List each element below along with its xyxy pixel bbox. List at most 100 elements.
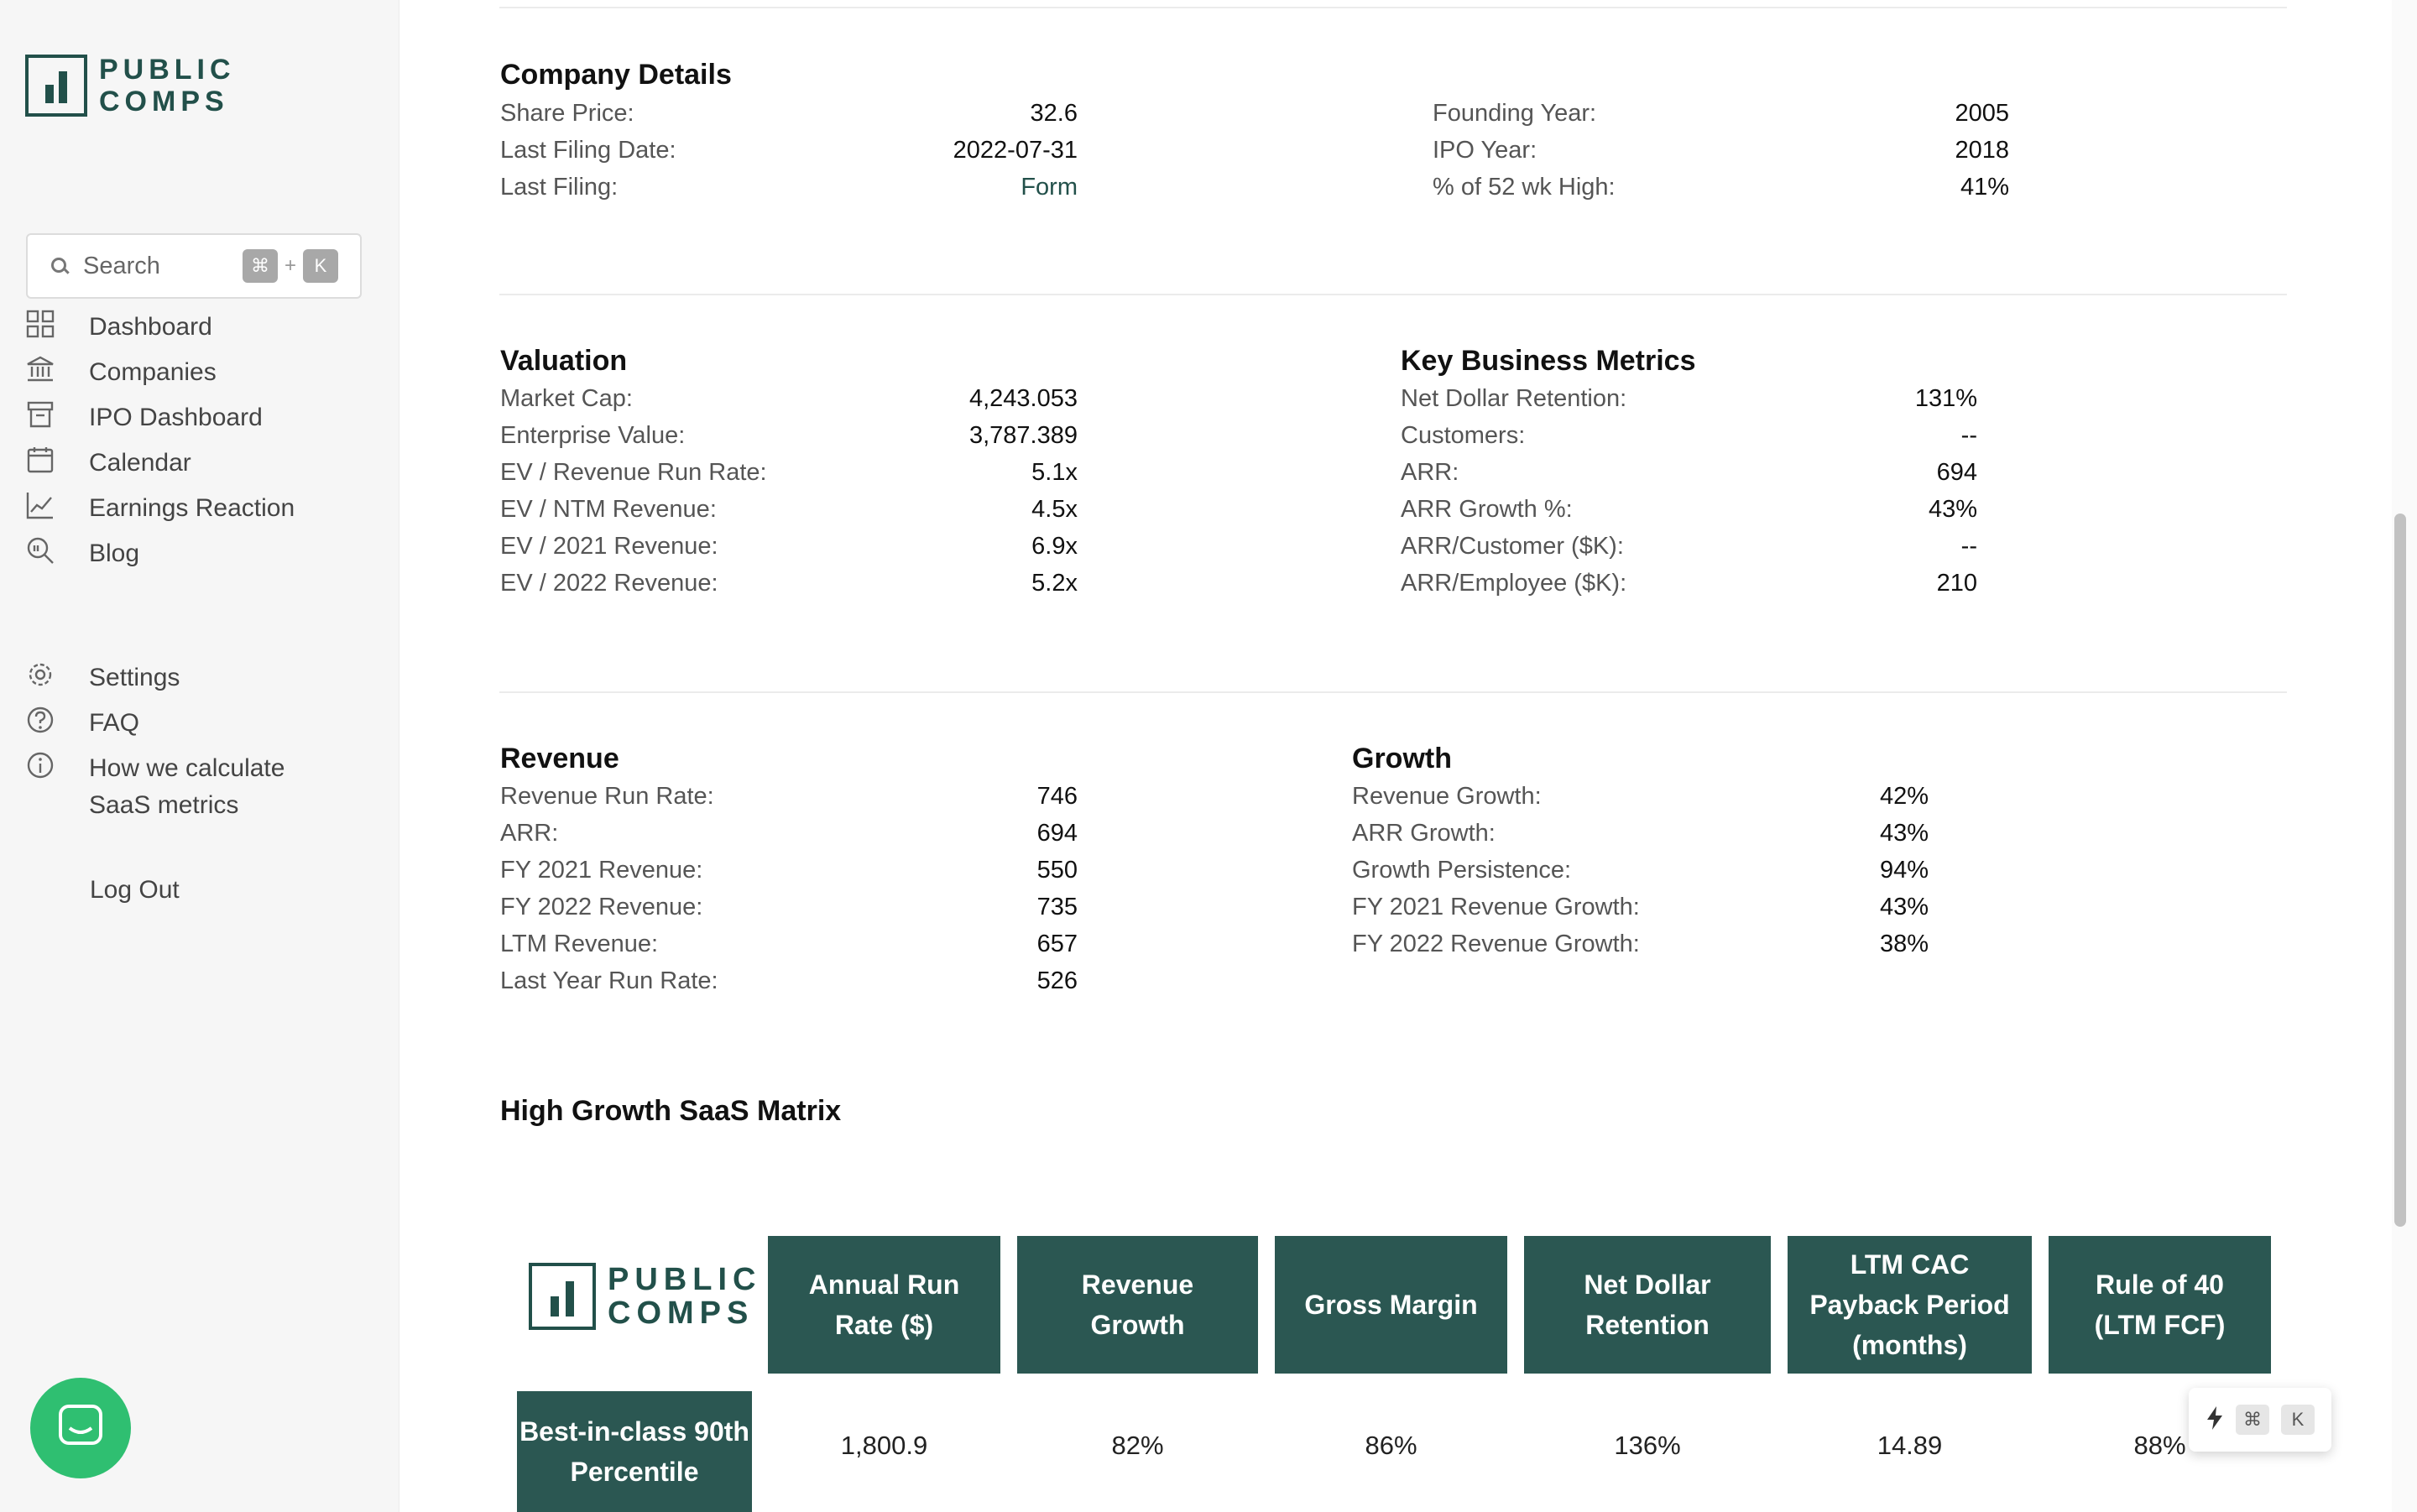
metric-label: ARR/Customer ($K):: [1401, 533, 1624, 560]
metric-value: 42%: [1879, 783, 1929, 810]
k-key: K: [303, 249, 338, 283]
detail-value: 2018: [1955, 137, 2009, 164]
detail-label: Last Filing Date:: [500, 137, 676, 164]
nav-label: Blog: [89, 540, 140, 567]
detail-value: 2005: [1955, 100, 2009, 127]
search-placeholder: Search: [83, 252, 160, 279]
matrix-cell: 1,800.9: [840, 1431, 928, 1460]
key-metrics-title: Key Business Metrics: [1401, 345, 1696, 377]
metric-label: Customers:: [1401, 422, 1526, 449]
detail-value: 32.6: [1030, 100, 1078, 127]
metric-label: EV / NTM Revenue:: [500, 496, 717, 523]
matrix-cell: 136%: [1614, 1431, 1681, 1460]
calendar-icon: [25, 445, 55, 475]
metric-label: Market Cap:: [500, 385, 633, 412]
revenue-title: Revenue: [500, 743, 619, 774]
nav-calendar[interactable]: Calendar: [25, 445, 191, 482]
logo-line-2: COMPS: [608, 1296, 754, 1331]
detail-label: IPO Year:: [1433, 137, 1537, 164]
metric-label: Last Year Run Rate:: [500, 967, 718, 994]
top-divider: [499, 7, 2287, 8]
chat-launcher-button[interactable]: [30, 1378, 131, 1478]
shortcut-plus: +: [284, 254, 296, 277]
metric-label: ARR:: [500, 820, 559, 847]
metric-value: 6.9x: [1031, 533, 1078, 560]
inbox-icon: [25, 399, 55, 430]
bolt-icon: [2206, 1405, 2224, 1435]
question-icon: [25, 705, 55, 735]
detail-value: 2022-07-31: [953, 137, 1078, 164]
metric-label: EV / 2021 Revenue:: [500, 533, 718, 560]
metric-label: FY 2022 Revenue Growth:: [1352, 931, 1640, 957]
metric-value: 131%: [1914, 385, 1977, 412]
section-divider: [499, 294, 2287, 295]
nav-settings[interactable]: Settings: [25, 660, 180, 696]
metric-value: 43%: [1879, 820, 1929, 847]
nav-label: How we calculate: [89, 754, 285, 782]
metric-label: EV / Revenue Run Rate:: [500, 459, 767, 486]
chart-line-icon: [25, 490, 55, 520]
info-icon: [25, 750, 55, 780]
metric-value: 38%: [1879, 931, 1929, 957]
last-filing-link[interactable]: Form: [839, 174, 1078, 201]
search-input[interactable]: Search ⌘ + K: [26, 233, 362, 299]
metric-value: 5.2x: [1031, 570, 1078, 597]
detail-label: Share Price:: [500, 100, 634, 127]
metric-value: 43%: [1879, 894, 1929, 920]
detail-label: % of 52 wk High:: [1433, 174, 1616, 201]
command-key: ⌘: [242, 249, 278, 283]
metric-value: 657: [1036, 931, 1078, 957]
detail-label: Founding Year:: [1433, 100, 1597, 127]
matrix-header: Rule of 40 (LTM FCF): [2049, 1236, 2271, 1374]
metric-value: 735: [1036, 894, 1078, 920]
metric-value: 694: [1036, 820, 1078, 847]
nav-ipo-dashboard[interactable]: IPO Dashboard: [25, 399, 263, 436]
section-divider: [499, 691, 2287, 693]
metric-value: 550: [1036, 857, 1078, 884]
nav-label: FAQ: [89, 709, 140, 737]
bank-icon: [25, 354, 55, 384]
search-document-icon: [25, 535, 55, 566]
metric-value: --: [1960, 533, 1977, 560]
logo-line-1: PUBLIC: [608, 1262, 762, 1297]
nav-label: Calendar: [89, 449, 191, 477]
search-icon: [50, 256, 70, 276]
k-key: K: [2281, 1405, 2315, 1435]
metric-label: Growth Persistence:: [1352, 857, 1572, 884]
growth-title: Growth: [1352, 743, 1452, 774]
command-palette-shortcut[interactable]: ⌘ K: [2189, 1388, 2331, 1452]
nav-dashboard[interactable]: Dashboard: [25, 309, 212, 346]
metric-label: ARR Growth %:: [1401, 496, 1573, 523]
metric-label: EV / 2022 Revenue:: [500, 570, 718, 597]
matrix-cell: 14.89: [1877, 1431, 1943, 1460]
logout-link[interactable]: Log Out: [90, 876, 180, 905]
nav-faq[interactable]: FAQ: [25, 705, 139, 742]
nav-blog[interactable]: Blog: [25, 535, 139, 572]
company-details-title: Company Details: [500, 59, 732, 91]
metric-value: 5.1x: [1031, 459, 1078, 486]
nav-label: Earnings Reaction: [89, 494, 295, 522]
metric-value: 210: [1936, 570, 1977, 597]
nav-companies[interactable]: Companies: [25, 354, 217, 391]
scrollbar-thumb[interactable]: [2394, 514, 2406, 1227]
logo-mark-icon: [25, 55, 87, 117]
metric-label: ARR/Employee ($K):: [1401, 570, 1627, 597]
matrix-header: Gross Margin: [1275, 1236, 1507, 1374]
matrix-row-label: Best-in-class 90th Percentile: [517, 1391, 752, 1512]
metric-label: FY 2021 Revenue:: [500, 857, 703, 884]
nav-label: Companies: [89, 358, 217, 386]
matrix-header: Net Dollar Retention: [1524, 1236, 1771, 1374]
matrix-title: High Growth SaaS Matrix: [500, 1095, 842, 1127]
public-comps-logo[interactable]: PUBLIC COMPS: [25, 54, 236, 117]
detail-label: Last Filing:: [500, 174, 619, 201]
nav-earnings-reaction[interactable]: Earnings Reaction: [25, 490, 295, 527]
sidebar: PUBLIC COMPS Search ⌘ + K Dashboard Comp…: [0, 0, 399, 1512]
metric-value: 43%: [1928, 496, 1977, 523]
matrix-cell: 86%: [1365, 1431, 1417, 1460]
metric-label: FY 2022 Revenue:: [500, 894, 703, 920]
matrix-cell: 82%: [1111, 1431, 1164, 1460]
valuation-title: Valuation: [500, 345, 628, 377]
metric-value: 746: [1036, 783, 1078, 810]
metric-label: FY 2021 Revenue Growth:: [1352, 894, 1640, 920]
nav-how-we-calculate[interactable]: How we calculate SaaS metrics: [25, 750, 285, 824]
